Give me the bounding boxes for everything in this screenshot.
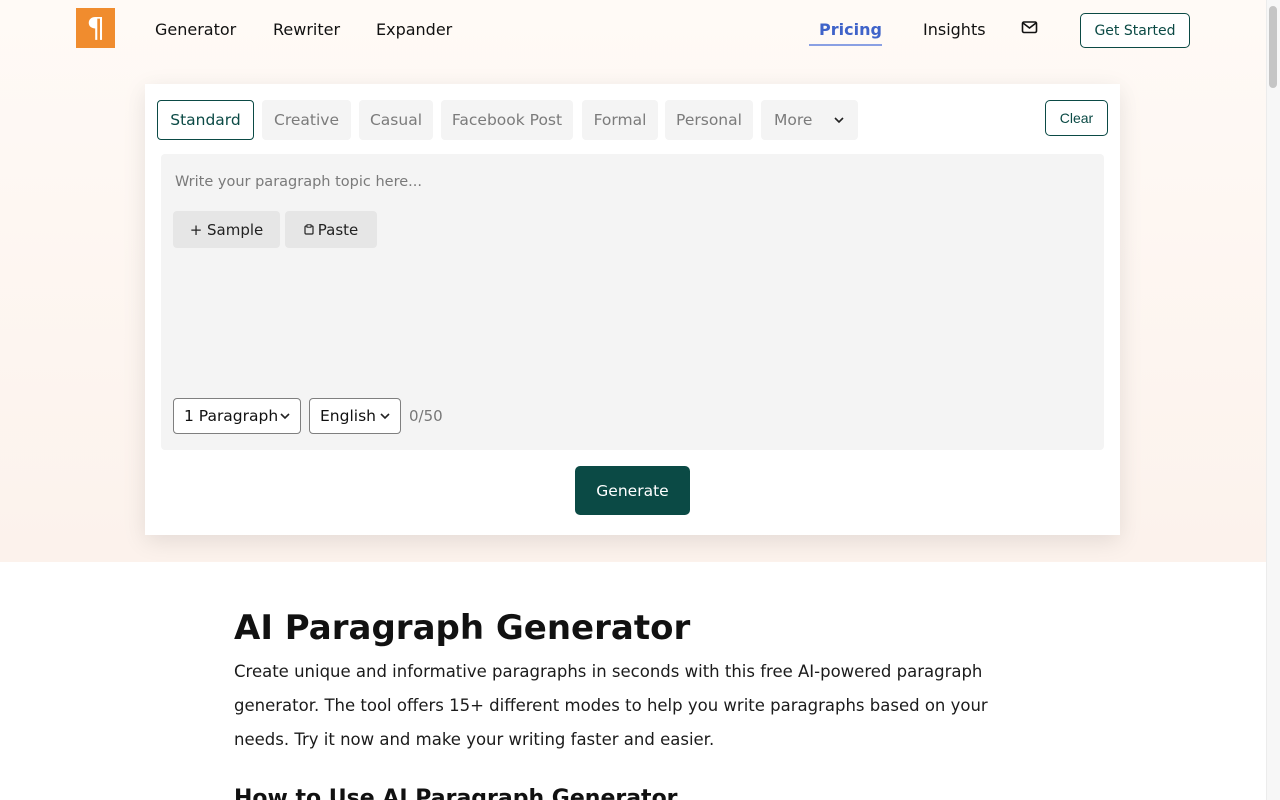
- sample-button[interactable]: + Sample: [173, 211, 280, 248]
- intro-paragraph: Create unique and informative paragraphs…: [234, 662, 988, 749]
- chevron-down-icon: [380, 413, 390, 420]
- chevron-down-icon: [280, 413, 290, 420]
- paragraph-generator-card: Standard Creative Casual Facebook Post F…: [145, 84, 1120, 535]
- nav-generator[interactable]: Generator: [155, 20, 236, 39]
- how-to-heading: How to Use AI Paragraph Generator: [234, 786, 678, 800]
- nav-pricing[interactable]: Pricing: [819, 20, 882, 39]
- site-header: ¶ Generator Rewriter Expander Pricing In…: [0, 0, 1266, 60]
- language-value: English: [320, 407, 376, 425]
- paste-button[interactable]: Paste: [285, 211, 377, 248]
- envelope-icon[interactable]: [1021, 20, 1038, 35]
- paste-label: Paste: [317, 220, 359, 239]
- mode-tab-casual[interactable]: Casual: [359, 100, 433, 140]
- nav-insights[interactable]: Insights: [923, 20, 986, 39]
- nav-active-underline: [809, 44, 882, 46]
- mode-tab-creative[interactable]: Creative: [262, 100, 351, 140]
- word-counter: 0/50: [409, 407, 443, 425]
- mode-tab-formal[interactable]: Formal: [582, 100, 658, 140]
- generate-button[interactable]: Generate: [575, 466, 690, 515]
- pilcrow-icon[interactable]: ¶: [76, 8, 115, 48]
- get-started-button[interactable]: Get Started: [1080, 13, 1190, 48]
- language-select[interactable]: English: [309, 398, 401, 434]
- paragraph-count-select[interactable]: 1 Paragraph: [173, 398, 301, 434]
- page-title: AI Paragraph Generator: [234, 608, 691, 648]
- nav-expander[interactable]: Expander: [376, 20, 452, 39]
- article-section: AI Paragraph Generator Create unique and…: [234, 606, 1034, 800]
- clipboard-icon: [304, 224, 314, 235]
- topic-input-area: + Sample Paste 1 Paragraph English 0/50: [161, 154, 1104, 450]
- scrollbar-thumb[interactable]: [1269, 6, 1277, 88]
- page-scrollbar[interactable]: [1266, 0, 1280, 800]
- mode-tab-facebook-post[interactable]: Facebook Post: [441, 100, 573, 140]
- mode-tab-personal[interactable]: Personal: [665, 100, 753, 140]
- nav-rewriter[interactable]: Rewriter: [273, 20, 340, 39]
- paragraph-count-value: 1 Paragraph: [184, 407, 279, 425]
- chevron-down-icon: [834, 117, 844, 124]
- more-modes-dropdown[interactable]: More: [761, 100, 858, 140]
- clear-button[interactable]: Clear: [1045, 100, 1108, 136]
- more-label: More: [774, 111, 813, 129]
- mode-tab-standard[interactable]: Standard: [157, 100, 254, 140]
- topic-input[interactable]: [161, 154, 1104, 210]
